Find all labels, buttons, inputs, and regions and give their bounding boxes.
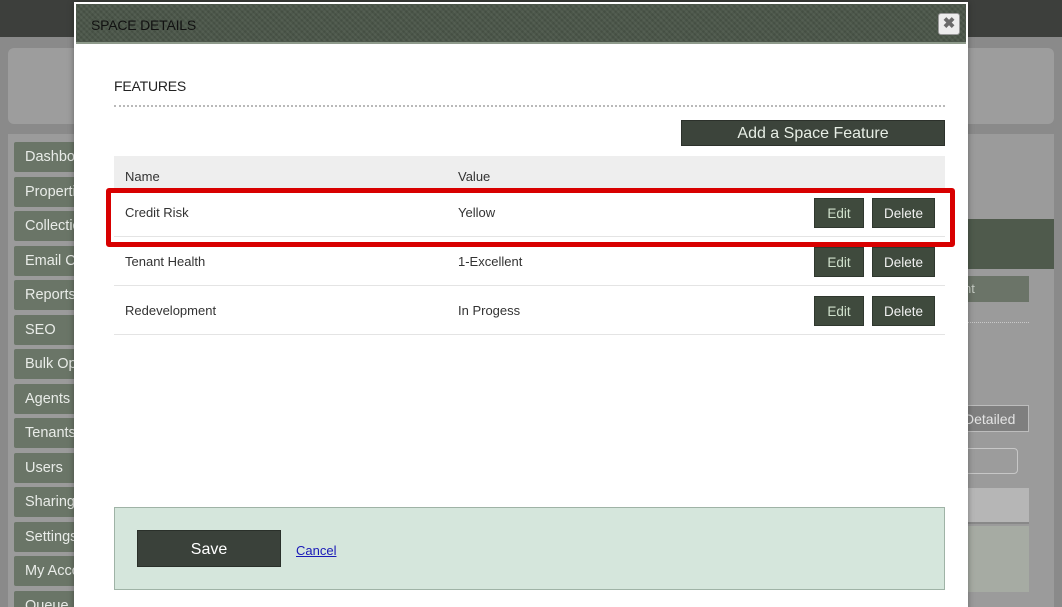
background-band (960, 219, 1054, 269)
add-space-feature-button[interactable]: Add a Space Feature (681, 120, 945, 146)
features-divider (114, 105, 945, 107)
edit-button[interactable]: Edit (814, 296, 864, 326)
background-table-header (960, 488, 1029, 524)
modal-footer: Save Cancel (114, 507, 945, 590)
modal-title: SPACE DETAILS (91, 17, 197, 33)
background-divider (966, 322, 1029, 323)
column-header-name: Name (125, 169, 160, 184)
feature-name: Credit Risk (125, 205, 189, 220)
feature-value: Yellow (458, 205, 496, 220)
cancel-link[interactable]: Cancel (296, 543, 336, 558)
delete-button[interactable]: Delete (872, 247, 935, 277)
close-icon: ✖ (942, 15, 956, 32)
edit-button[interactable]: Edit (814, 198, 864, 228)
table-row: Redevelopment In Progess Edit Delete (114, 286, 945, 335)
delete-button[interactable]: Delete (872, 198, 935, 228)
space-details-modal: SPACE DETAILS ✖ FEATURES Add a Space Fea… (74, 2, 968, 607)
feature-value: 1-Excellent (458, 254, 523, 269)
table-row: Credit Risk Yellow Edit Delete (114, 188, 945, 237)
background-detailed-button[interactable]: Detailed (960, 405, 1029, 432)
background-action-button[interactable]: nt (960, 276, 1029, 302)
feature-name: Redevelopment (125, 303, 217, 318)
edit-button[interactable]: Edit (814, 247, 864, 277)
background-input[interactable] (960, 448, 1018, 474)
background-table-body (960, 526, 1029, 592)
column-header-value: Value (458, 169, 491, 184)
features-table: Name Value Credit Risk Yellow Edit Delet… (114, 156, 945, 335)
table-row: Tenant Health 1-Excellent Edit Delete (114, 237, 945, 286)
close-button[interactable]: ✖ (938, 13, 960, 35)
features-heading: FEATURES (114, 78, 187, 94)
modal-titlebar: SPACE DETAILS ✖ (76, 4, 966, 44)
feature-value: In Progess (458, 303, 521, 318)
feature-name: Tenant Health (125, 254, 206, 269)
save-button[interactable]: Save (137, 530, 281, 567)
table-header: Name Value (114, 156, 945, 188)
background-right-panel: nt Detailed (960, 134, 1054, 607)
delete-button[interactable]: Delete (872, 296, 935, 326)
